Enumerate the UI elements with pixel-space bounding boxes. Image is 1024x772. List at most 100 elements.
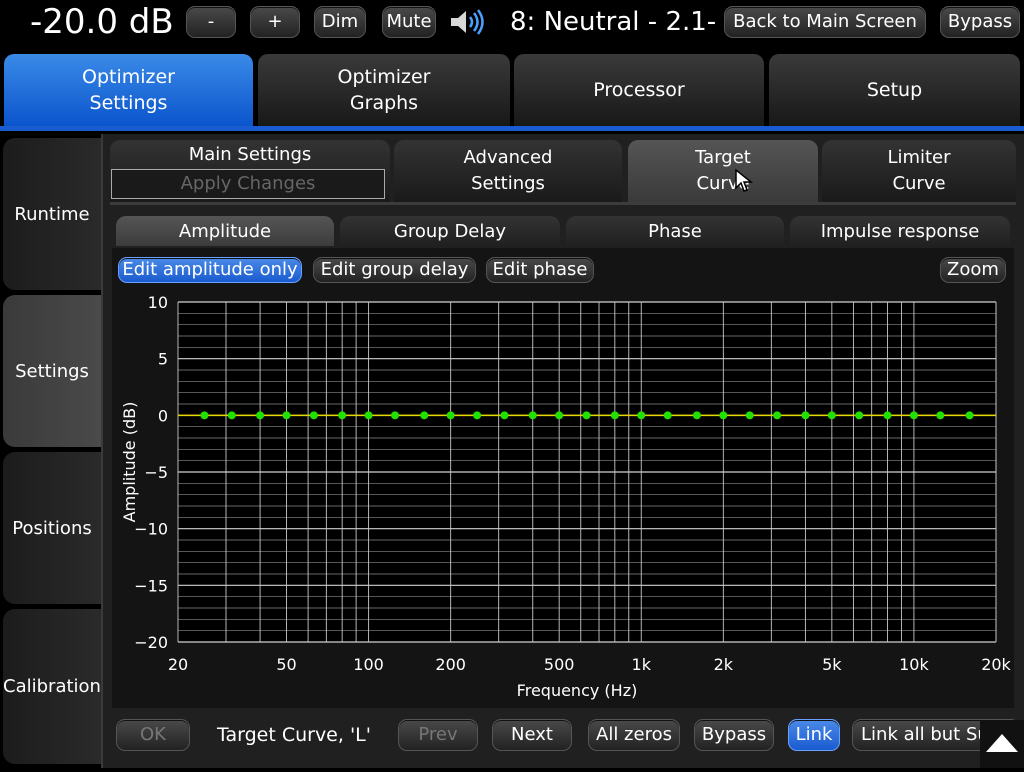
volume-down-button[interactable]: - (186, 6, 236, 38)
y-tick-label: −20 (134, 633, 168, 652)
y-tick-label: −5 (144, 463, 168, 482)
curve-point[interactable] (200, 411, 209, 420)
dim-button[interactable]: Dim (314, 6, 366, 38)
tab-label-line2: Graphs (349, 92, 419, 114)
curve-point[interactable] (745, 411, 754, 420)
tab-label-line1: Advanced (463, 147, 553, 168)
x-tick-label: 100 (353, 655, 384, 674)
curve-point[interactable] (364, 411, 373, 420)
curve-point[interactable] (227, 411, 236, 420)
tab-label-line2: Settings (89, 92, 168, 114)
tab-limiter-curve[interactable]: Limiter Curve (822, 140, 1016, 202)
next-button[interactable]: Next (492, 719, 572, 751)
tab-amplitude[interactable]: Amplitude (116, 216, 334, 246)
mouse-cursor-icon (735, 168, 754, 192)
tab-underline (0, 126, 1024, 131)
tab-optimizer-graphs[interactable]: Optimizer Graphs (258, 54, 510, 126)
sidebar-item-runtime[interactable]: Runtime (3, 138, 101, 290)
x-tick-label: 10k (899, 655, 929, 674)
curve-point[interactable] (827, 411, 836, 420)
y-tick-label: 5 (158, 350, 168, 369)
curve-point[interactable] (555, 411, 564, 420)
bypass-button[interactable]: Bypass (694, 719, 774, 751)
curve-point[interactable] (883, 411, 892, 420)
tab-label: Main Settings (188, 144, 312, 165)
speaker-icon[interactable] (448, 8, 488, 36)
tab-label: Processor (593, 79, 685, 101)
x-tick-label: 50 (276, 655, 296, 674)
back-to-main-button[interactable]: Back to Main Screen (724, 6, 926, 38)
sidebar-item-calibration[interactable]: Calibration (3, 609, 101, 764)
curve-point[interactable] (309, 411, 318, 420)
tab-processor[interactable]: Processor (514, 54, 764, 126)
edit-phase-button[interactable]: Edit phase (486, 257, 594, 283)
curve-point[interactable] (692, 411, 701, 420)
tab-label-line2: Curve (892, 173, 946, 194)
tab-target-curve[interactable]: Target Curve (628, 140, 818, 202)
preset-title: 8: Neutral - 2.1- (510, 7, 716, 37)
amplitude-chart[interactable]: 1050−5−10−15−2020 50 100 200 500 1k 2k 5k 10k 20k… (112, 290, 1022, 710)
curve-point[interactable] (528, 411, 537, 420)
sidebar-item-positions[interactable]: Positions (3, 452, 101, 604)
subtab-divider (110, 202, 1016, 205)
curve-point[interactable] (582, 411, 591, 420)
curve-point[interactable] (473, 411, 482, 420)
curve-point[interactable] (420, 411, 429, 420)
scroll-up-button[interactable] (980, 720, 1024, 768)
curve-point[interactable] (663, 411, 672, 420)
curve-point[interactable] (909, 411, 918, 420)
x-tick-label: 1k (632, 655, 652, 674)
tab-group-delay[interactable]: Group Delay (340, 216, 560, 246)
bypass-top-button[interactable]: Bypass (940, 6, 1020, 38)
tab-label-line1: Optimizer (337, 66, 431, 88)
y-tick-label: −15 (134, 576, 168, 595)
x-tick-label: 500 (544, 655, 575, 674)
curve-point[interactable] (446, 411, 455, 420)
arrow-up-icon (986, 734, 1018, 752)
y-axis-label: Amplitude (dB) (120, 402, 139, 523)
zoom-button[interactable]: Zoom (940, 257, 1006, 283)
curve-point[interactable] (773, 411, 782, 420)
curve-label: Target Curve, 'L' (217, 724, 371, 746)
curve-point[interactable] (391, 411, 400, 420)
sidebar-item-settings[interactable]: Settings (3, 295, 101, 447)
x-tick-label: 20k (981, 655, 1011, 674)
tab-label: Setup (866, 79, 923, 101)
curve-point[interactable] (965, 411, 974, 420)
curve-point[interactable] (719, 411, 728, 420)
edit-group-delay-button[interactable]: Edit group delay (313, 257, 476, 283)
y-tick-label: 0 (158, 406, 168, 425)
y-tick-label: −10 (134, 520, 168, 539)
curve-point[interactable] (500, 411, 509, 420)
tab-impulse-response[interactable]: Impulse response (790, 216, 1010, 246)
tab-advanced-settings[interactable]: Advanced Settings (394, 140, 622, 202)
curve-point[interactable] (936, 411, 945, 420)
tab-label-line1: Optimizer (81, 66, 175, 88)
ok-button[interactable]: OK (116, 719, 190, 751)
x-axis-label: Frequency (Hz) (517, 681, 638, 700)
all-zeros-button[interactable]: All zeros (588, 719, 680, 751)
volume-readout: -20.0 dB (30, 2, 174, 42)
volume-up-button[interactable]: + (250, 6, 300, 38)
apply-changes-button[interactable]: Apply Changes (111, 169, 385, 199)
tab-label-line2: Settings (471, 173, 545, 194)
curve-point[interactable] (801, 411, 810, 420)
curve-point[interactable] (256, 411, 265, 420)
y-tick-label: 10 (148, 293, 168, 312)
curve-point[interactable] (637, 411, 646, 420)
curve-point[interactable] (610, 411, 619, 420)
tab-phase[interactable]: Phase (566, 216, 784, 246)
curve-point[interactable] (338, 411, 347, 420)
curve-point[interactable] (855, 411, 864, 420)
tab-setup[interactable]: Setup (769, 54, 1020, 126)
edit-amplitude-only-button[interactable]: Edit amplitude only (118, 257, 302, 283)
x-tick-label: 20 (168, 655, 188, 674)
x-tick-label: 5k (822, 655, 842, 674)
curve-point[interactable] (282, 411, 291, 420)
tab-optimizer-settings[interactable]: Optimizer Settings (4, 54, 253, 126)
mute-button[interactable]: Mute (382, 6, 436, 38)
x-tick-label: 2k (714, 655, 734, 674)
x-tick-label: 200 (435, 655, 466, 674)
link-button[interactable]: Link (788, 719, 840, 751)
prev-button[interactable]: Prev (398, 719, 478, 751)
